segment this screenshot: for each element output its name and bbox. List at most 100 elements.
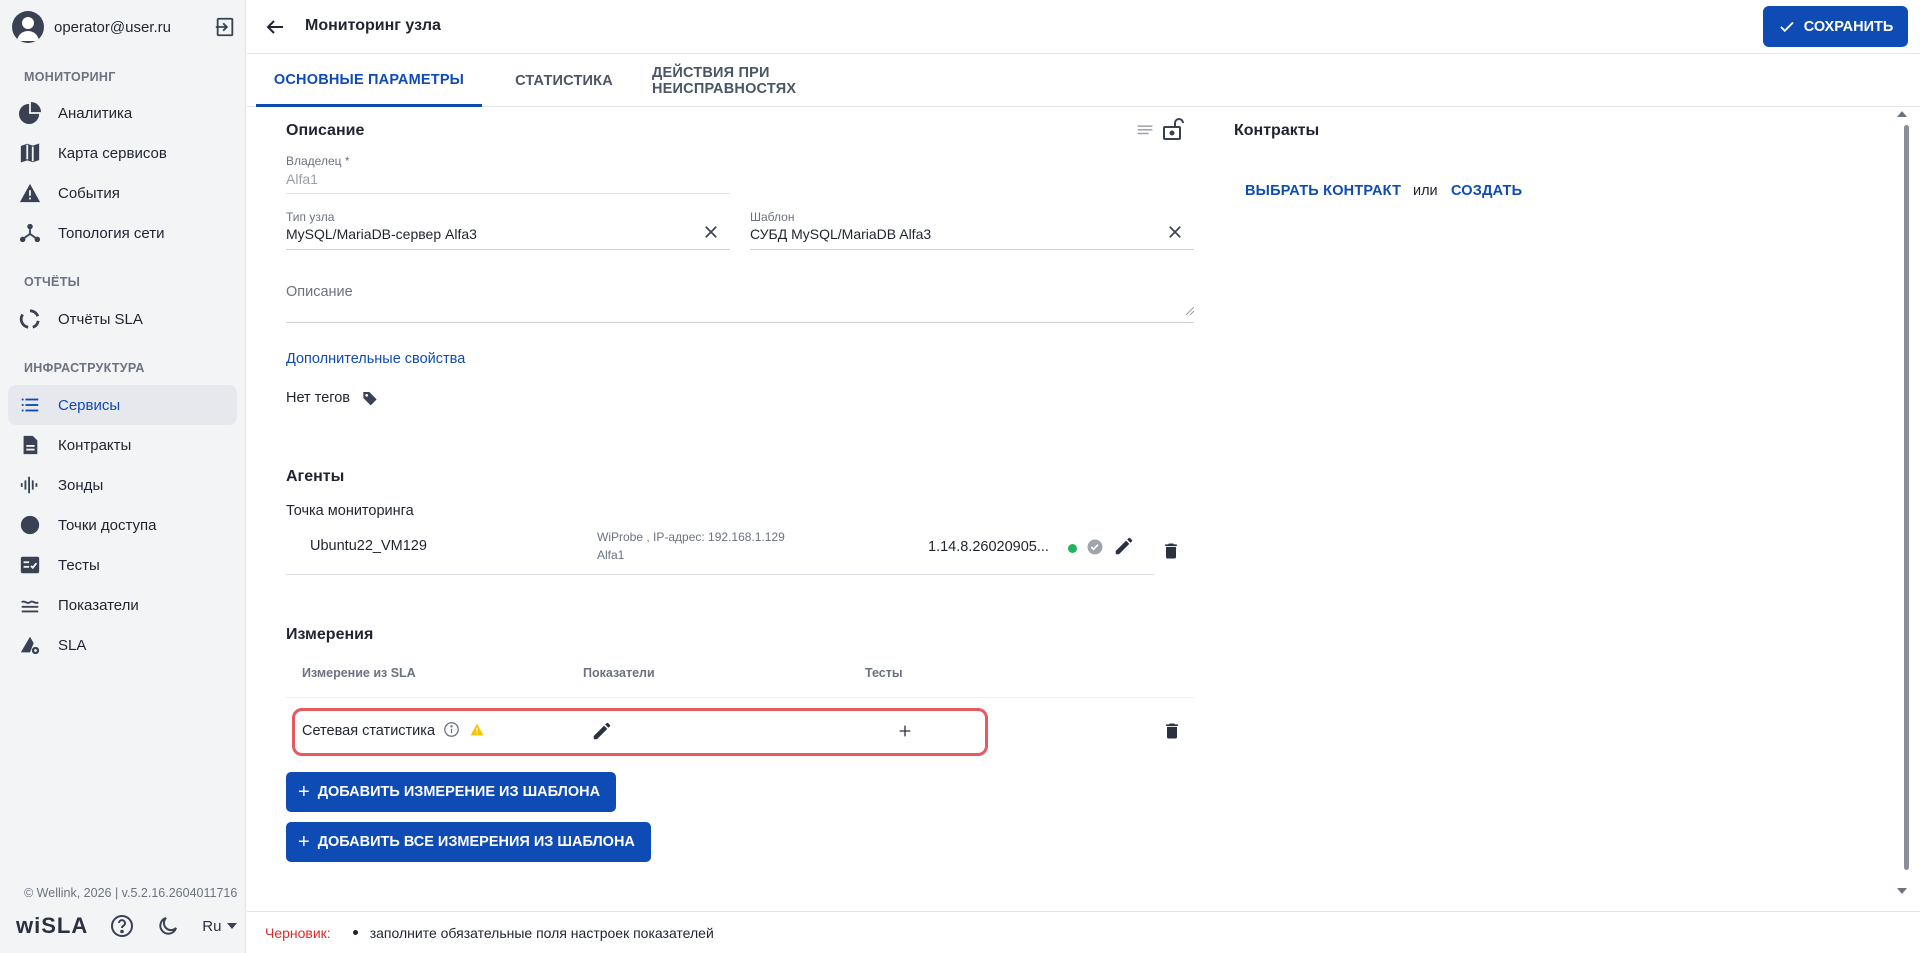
pie-chart-icon xyxy=(18,101,42,125)
table-header-divider xyxy=(286,697,1194,698)
description-heading: Описание xyxy=(286,122,365,139)
save-button-label: СОХРАНИТЬ xyxy=(1803,18,1894,35)
back-arrow-icon[interactable] xyxy=(263,15,287,39)
add-all-measurements-button[interactable]: + ДОБАВИТЬ ВСЕ ИЗМЕРЕНИЯ ИЗ ШАБЛОНА xyxy=(286,822,651,862)
tabs: ОСНОВНЫЕ ПАРАМЕТРЫ СТАТИСТИКА ДЕЙСТВИЯ П… xyxy=(247,55,1920,107)
edit-agent-icon[interactable] xyxy=(1113,535,1137,559)
sidebar-item-label: Контракты xyxy=(58,436,132,454)
add-test-icon[interactable] xyxy=(897,723,915,741)
section-title-reports: ОТЧЁТЫ xyxy=(24,275,81,289)
logout-icon[interactable] xyxy=(214,16,236,38)
section-title-monitoring: МОНИТОРИНГ xyxy=(24,70,116,84)
tests-icon xyxy=(18,553,42,577)
column-header-tests: Тесты xyxy=(865,666,903,680)
node-type-field[interactable]: MySQL/MariaDB-сервер Alfa3 xyxy=(286,226,477,242)
scroll-down-icon[interactable] xyxy=(1897,888,1907,894)
draft-message: заполните обязательные поля настроек пок… xyxy=(369,924,714,941)
agents-heading: Агенты xyxy=(286,468,345,485)
sidebar-item-label: Точки доступа xyxy=(58,516,157,534)
sidebar-item-sla[interactable]: SLA xyxy=(8,625,237,665)
chevron-down-icon xyxy=(227,923,238,929)
delete-agent-icon[interactable] xyxy=(1161,540,1185,564)
sidebar-item-label: Сервисы xyxy=(58,396,121,414)
sidebar-item-label: События xyxy=(58,184,120,202)
status-dot xyxy=(1068,544,1077,553)
sidebar-item-services[interactable]: Сервисы xyxy=(8,385,237,425)
lock-open-icon[interactable] xyxy=(1160,117,1184,141)
sidebar-item-metrics[interactable]: Показатели xyxy=(8,585,237,625)
add-all-measurements-label: ДОБАВИТЬ ВСЕ ИЗМЕРЕНИЯ ИЗ ШАБЛОНА xyxy=(317,834,635,850)
tab-main-parameters[interactable]: ОСНОВНЫЕ ПАРАМЕТРЫ xyxy=(256,55,482,107)
list-icon xyxy=(18,393,42,417)
circle-icon xyxy=(18,513,42,537)
description-underline xyxy=(286,322,1194,323)
tab-fault-actions[interactable]: ДЕЙСТВИЯ ПРИ НЕИСПРАВНОСТЯХ xyxy=(652,55,914,107)
avatar[interactable] xyxy=(12,11,44,43)
save-button[interactable]: СОХРАНИТЬ xyxy=(1763,6,1908,47)
node-type-underline xyxy=(286,249,730,250)
info-icon[interactable] xyxy=(443,721,461,739)
owner-underline xyxy=(286,193,730,194)
logo: wiSLA xyxy=(16,913,89,938)
column-header-metrics: Показатели xyxy=(583,666,655,680)
language-select[interactable]: Ru xyxy=(202,917,238,935)
description-textarea[interactable]: Описание xyxy=(286,284,353,300)
sidebar-item-label: Аналитика xyxy=(58,104,133,122)
sidebar-item-label: Тесты xyxy=(58,556,100,574)
sidebar-item-contracts[interactable]: Контракты xyxy=(8,425,237,465)
agent-version: 1.14.8.26020905... xyxy=(928,539,1049,555)
sla-icon xyxy=(18,633,42,657)
tab-statistics[interactable]: СТАТИСТИКА xyxy=(499,55,629,107)
delete-measurement-icon[interactable] xyxy=(1162,720,1186,744)
template-underline xyxy=(750,249,1194,250)
check-icon xyxy=(1780,21,1794,32)
sidebar-item-probes[interactable]: Зонды xyxy=(8,465,237,505)
add-measurement-label: ДОБАВИТЬ ИЗМЕРЕНИЕ ИЗ ШАБЛОНА xyxy=(317,784,601,800)
sidebar-item-analytics[interactable]: Аналитика xyxy=(8,93,237,133)
probe-icon xyxy=(18,473,42,497)
sidebar-item-sla-reports[interactable]: Отчёты SLA xyxy=(8,299,237,339)
measurements-heading: Измерения xyxy=(286,626,374,643)
bullet xyxy=(352,930,358,935)
contracts-heading: Контракты xyxy=(1234,122,1320,139)
main-content: Описание Владелец * Alfa1 Тип узла MySQL… xyxy=(247,108,1920,910)
column-header-measurement: Измерение из SLA xyxy=(302,666,416,680)
scrollbar-thumb[interactable] xyxy=(1904,125,1909,870)
add-measurement-from-template-button[interactable]: + ДОБАВИТЬ ИЗМЕРЕНИЕ ИЗ ШАБЛОНА xyxy=(286,772,617,812)
no-tags-label: Нет тегов xyxy=(286,390,351,406)
edit-metrics-icon[interactable] xyxy=(591,720,615,744)
owner-label: Владелец * xyxy=(286,154,350,168)
owner-field[interactable]: Alfa1 xyxy=(286,171,318,187)
help-icon[interactable] xyxy=(110,914,134,938)
status-footer: Черновик: заполните обязательные поля на… xyxy=(247,911,1920,953)
language-label: Ru xyxy=(202,917,222,935)
lines-icon[interactable] xyxy=(1134,119,1158,143)
section-title-infrastructure: ИНФРАСТРУКТУРА xyxy=(24,361,145,375)
extra-properties-link[interactable]: Дополнительные свойства xyxy=(286,351,465,367)
dark-mode-icon[interactable] xyxy=(156,914,180,938)
warning-icon xyxy=(18,181,42,205)
template-label: Шаблон xyxy=(750,210,795,224)
resize-handle-icon[interactable] xyxy=(1186,307,1194,315)
create-contract-button[interactable]: СОЗДАТЬ xyxy=(1451,183,1522,199)
sidebar-item-access-points[interactable]: Точки доступа xyxy=(8,505,237,545)
tag-icon[interactable] xyxy=(362,390,378,406)
sidebar-item-tests[interactable]: Тесты xyxy=(8,545,237,585)
user-row: operator@user.ru xyxy=(12,10,236,44)
sidebar-item-label: Зонды xyxy=(58,476,104,494)
agent-info-line2: Alfa1 xyxy=(597,548,625,562)
select-contract-button[interactable]: ВЫБРАТЬ КОНТРАКТ xyxy=(1245,183,1401,199)
warning-icon xyxy=(470,723,484,737)
copyright: © Wellink, 2026 | v.5.2.16.2604011716 xyxy=(24,886,238,900)
sidebar-item-service-map[interactable]: Карта сервисов xyxy=(8,133,237,173)
clear-template-icon[interactable] xyxy=(1166,223,1186,243)
scroll-up-icon[interactable] xyxy=(1897,111,1907,117)
sidebar-item-topology[interactable]: Топология сети xyxy=(8,213,237,253)
sidebar-item-events[interactable]: События xyxy=(8,173,237,213)
document-icon xyxy=(18,433,42,457)
sidebar-bottom: wiSLA Ru xyxy=(16,913,238,939)
template-field[interactable]: СУБД MySQL/MariaDB Alfa3 xyxy=(750,226,931,242)
agent-name: Ubuntu22_VM129 xyxy=(310,538,427,554)
clear-node-type-icon[interactable] xyxy=(702,223,722,243)
sidebar-item-label: Показатели xyxy=(58,596,139,614)
